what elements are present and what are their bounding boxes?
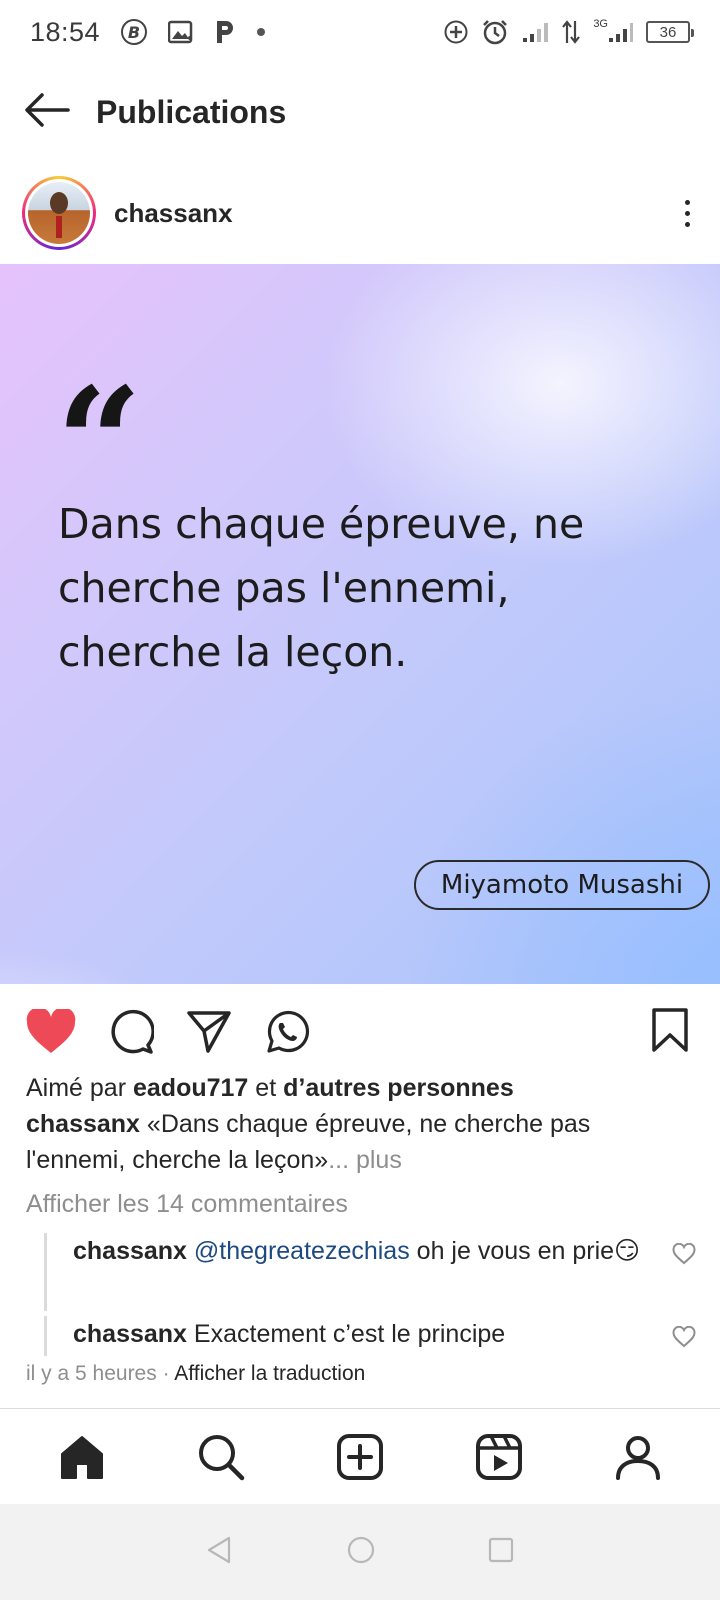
bookmark-icon[interactable] xyxy=(650,1007,690,1058)
bottom-navigation xyxy=(0,1408,720,1504)
status-time: 18:54 xyxy=(30,16,101,47)
gallery-notification-icon xyxy=(168,20,194,44)
create-icon[interactable] xyxy=(325,1422,395,1492)
heart-filled-icon[interactable] xyxy=(26,1009,76,1055)
comment-icon[interactable] xyxy=(108,1009,154,1055)
likes-prefix: Aimé par xyxy=(26,1074,127,1102)
profile-icon[interactable] xyxy=(603,1422,673,1492)
page-title: Publications xyxy=(96,93,287,130)
comment-text: Exactement c’est le principe xyxy=(193,1320,506,1348)
comment-like-heart-icon[interactable] xyxy=(672,1322,696,1359)
caption-username[interactable]: chassanx xyxy=(26,1110,140,1138)
quote-text: Dans chaque épreuve, ne cherche pas l'en… xyxy=(58,500,585,676)
avatar[interactable] xyxy=(22,176,96,250)
comment-username[interactable]: chassanx xyxy=(73,1237,187,1265)
more-options-icon[interactable] xyxy=(685,199,690,227)
bitcoin-icon: B xyxy=(120,18,148,46)
data-transfer-icon xyxy=(561,19,581,45)
likes-line[interactable]: Aimé par eadou717 et d’autres personnes xyxy=(26,1070,696,1106)
post-image[interactable]: “ Dans chaque épreuve, ne cherche pas l'… xyxy=(0,264,720,984)
comment-like-heart-icon[interactable] xyxy=(672,1239,696,1276)
caption: chassanx «Dans chaque épreuve, ne cherch… xyxy=(26,1106,696,1178)
whatsapp-icon[interactable] xyxy=(264,1009,310,1055)
top-app-bar: Publications xyxy=(0,64,720,160)
p-app-icon xyxy=(214,19,236,45)
likes-user[interactable]: eadou717 xyxy=(133,1074,248,1102)
battery-level: 36 xyxy=(659,23,677,41)
post-header: chassanx xyxy=(0,168,720,258)
signal-1-icon xyxy=(521,20,549,44)
home-circle-icon[interactable] xyxy=(346,1535,376,1570)
caption-more-link[interactable]: ... plus xyxy=(328,1146,402,1174)
translate-link[interactable]: Afficher la traduction xyxy=(174,1362,365,1385)
share-icon[interactable] xyxy=(186,1009,232,1055)
comment-item: chassanx @thegreatezechias oh je vous en… xyxy=(44,1233,696,1311)
battery-icon: 36 xyxy=(646,21,694,43)
quote-author: Miyamoto Musashi xyxy=(414,860,710,910)
comment-item: chassanx Exactement c’est le principe xyxy=(44,1316,696,1356)
reels-icon[interactable] xyxy=(464,1422,534,1492)
network-type-label: 3G xyxy=(593,18,608,30)
comment-mention[interactable]: @thegreatezechias xyxy=(194,1237,410,1265)
likes-middle: et xyxy=(255,1074,277,1102)
post-meta: Aimé par eadou717 et d’autres personnes … xyxy=(26,1070,696,1178)
data-saver-icon xyxy=(443,19,469,45)
back-triangle-icon[interactable] xyxy=(205,1535,235,1570)
post-username[interactable]: chassanx xyxy=(114,198,233,229)
likes-others[interactable]: d’autres personnes xyxy=(283,1074,514,1102)
separator-dot: · xyxy=(162,1362,170,1385)
comment-text: oh je vous en prie xyxy=(416,1237,615,1265)
time-ago: il y a 5 heures xyxy=(26,1362,157,1385)
alarm-icon xyxy=(481,18,509,46)
status-bar: 18:54 B 3G 36 xyxy=(0,0,720,64)
view-all-comments-link[interactable]: Afficher les 14 commentaires xyxy=(26,1190,348,1219)
home-icon[interactable] xyxy=(47,1422,117,1492)
system-navigation-bar xyxy=(0,1504,720,1600)
svg-text:B: B xyxy=(128,23,140,42)
more-notifications-dot-icon xyxy=(256,27,266,37)
recents-square-icon[interactable] xyxy=(487,1536,515,1569)
back-arrow-icon[interactable] xyxy=(24,92,70,133)
comment-emoji: 😏 xyxy=(614,1237,641,1265)
search-icon[interactable] xyxy=(186,1422,256,1492)
signal-2-icon: 3G xyxy=(593,18,634,44)
comment-username[interactable]: chassanx xyxy=(73,1320,187,1348)
post-timestamp: il y a 5 heures · Afficher la traduction xyxy=(26,1362,365,1386)
post-actions xyxy=(0,1000,720,1064)
